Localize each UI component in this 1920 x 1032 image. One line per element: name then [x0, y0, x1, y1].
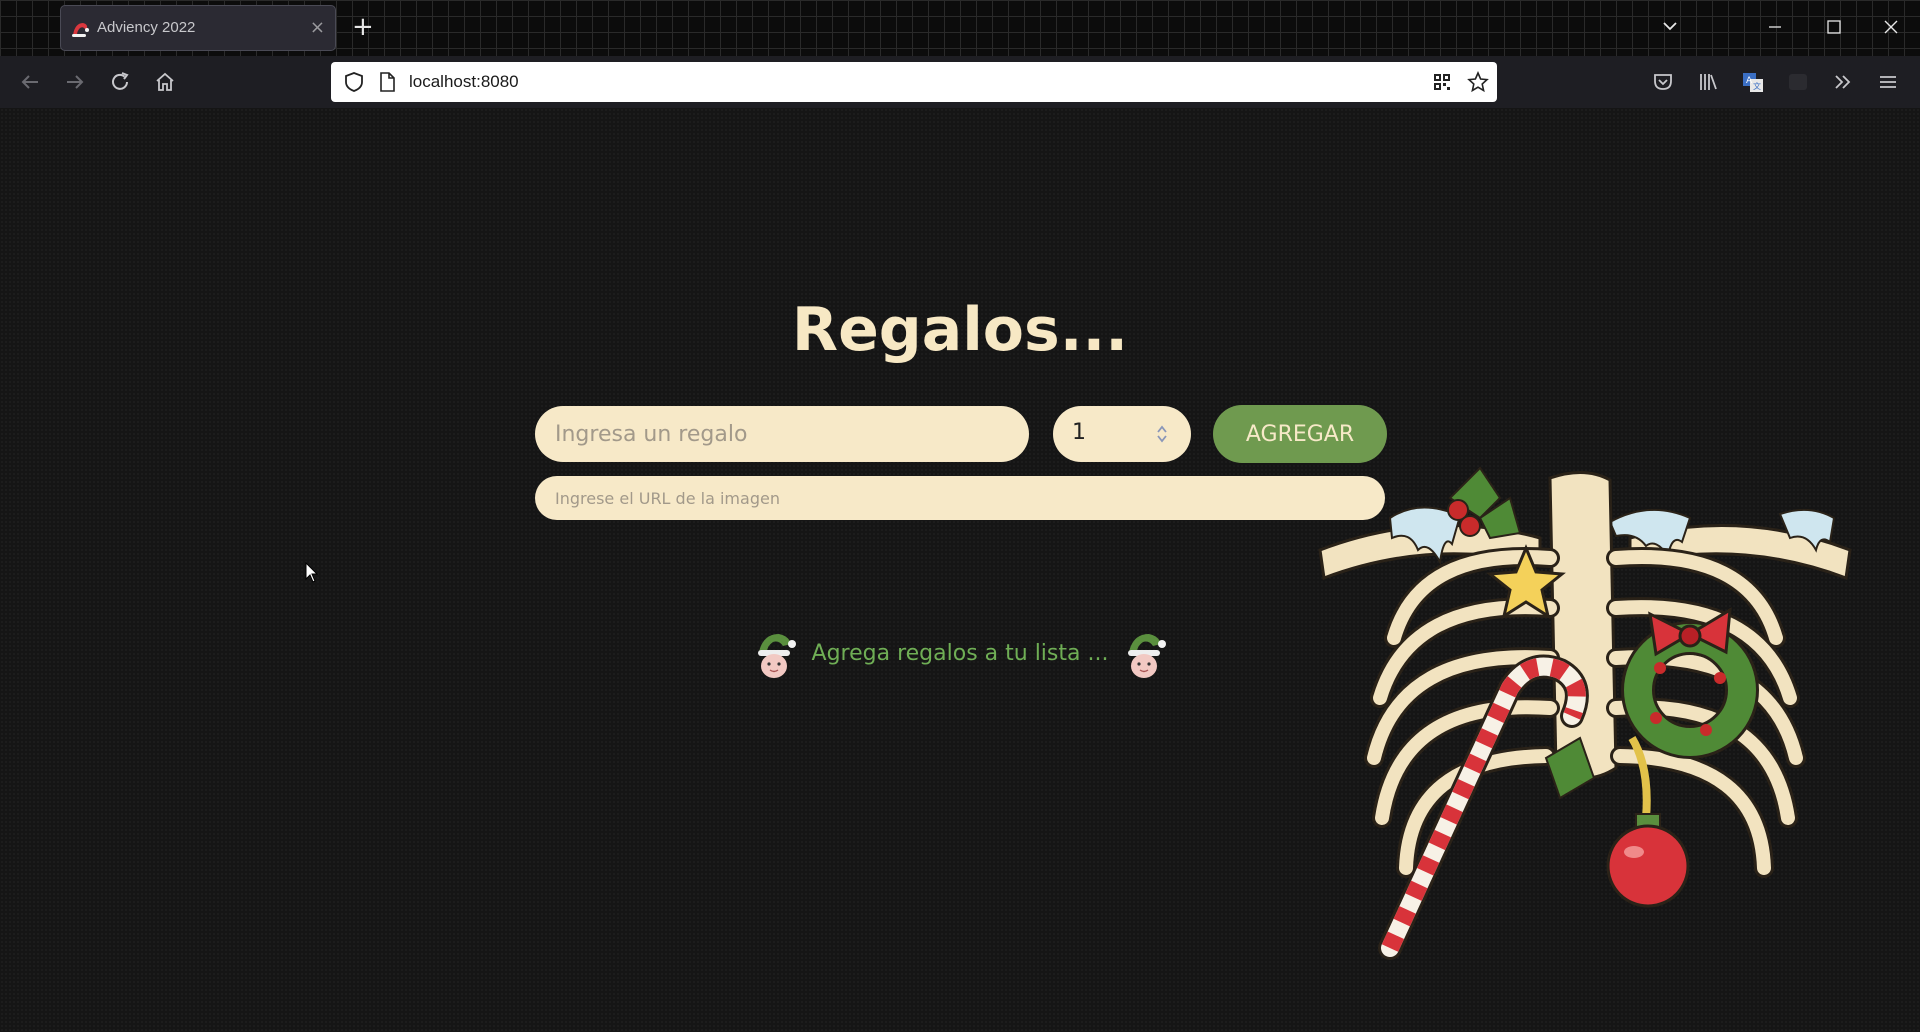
svg-text:A: A: [1746, 76, 1753, 86]
empty-list-text: Agrega regalos a tu lista ...: [811, 641, 1109, 666]
gift-name-input[interactable]: [535, 406, 1029, 462]
maximize-icon[interactable]: [1827, 20, 1841, 34]
shield-icon[interactable]: [343, 71, 365, 93]
qr-code-icon[interactable]: [1433, 73, 1451, 91]
christmas-skeleton-illustration: [1318, 466, 1852, 960]
close-window-icon[interactable]: [1884, 20, 1898, 34]
translate-icon[interactable]: A 文: [1741, 70, 1765, 94]
hamburger-menu-icon[interactable]: [1876, 70, 1900, 94]
stepper-arrows-icon[interactable]: [1155, 422, 1169, 446]
extensions-icon[interactable]: [1786, 70, 1810, 94]
library-icon[interactable]: [1696, 70, 1720, 94]
page-content: Regalos... 1 AGREGAR Agrega regalos a tu…: [0, 108, 1920, 1032]
svg-text:文: 文: [1753, 81, 1761, 91]
tab-bar: Adviency 2022 × +: [0, 0, 1920, 56]
mouse-cursor-icon: [305, 562, 319, 583]
address-bar[interactable]: localhost:8080: [331, 62, 1497, 102]
url-text[interactable]: localhost:8080: [409, 72, 519, 92]
tab-title: Adviency 2022: [97, 19, 196, 36]
minimize-icon[interactable]: [1768, 20, 1782, 34]
page-title: Regalos...: [791, 295, 1129, 365]
tab-close-icon[interactable]: ×: [310, 16, 325, 40]
browser-tab[interactable]: Adviency 2022 ×: [60, 5, 336, 51]
forward-arrow-icon[interactable]: [63, 70, 87, 94]
elf-icon: [757, 634, 796, 678]
home-icon[interactable]: [153, 70, 177, 94]
navigation-toolbar: localhost:8080 A 文: [0, 56, 1920, 109]
new-tab-button[interactable]: +: [352, 12, 374, 42]
star-bookmark-icon[interactable]: [1467, 71, 1489, 93]
tab-list-chevron-icon[interactable]: [1662, 18, 1678, 34]
quantity-stepper[interactable]: 1: [1053, 406, 1191, 462]
reload-icon[interactable]: [108, 70, 132, 94]
pocket-icon[interactable]: [1651, 70, 1675, 94]
overflow-chevrons-icon[interactable]: [1831, 70, 1855, 94]
image-url-input[interactable]: [535, 476, 1385, 520]
back-arrow-icon[interactable]: [18, 70, 42, 94]
quantity-value[interactable]: 1: [1072, 420, 1086, 445]
elf-icon: [1128, 634, 1167, 678]
santa-hat-favicon-icon: [72, 23, 89, 37]
page-icon[interactable]: [377, 71, 397, 93]
